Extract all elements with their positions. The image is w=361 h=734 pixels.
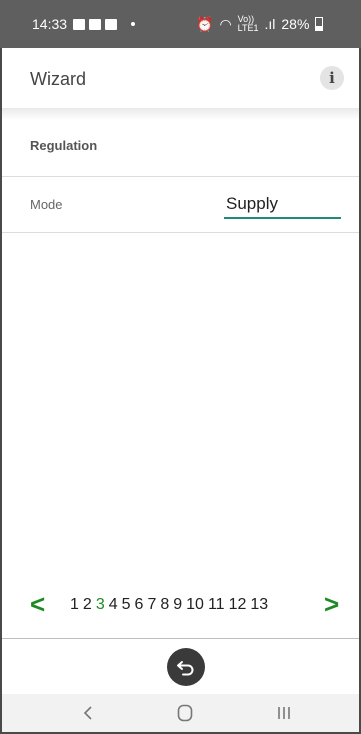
- nav-home-button[interactable]: [170, 700, 200, 726]
- mode-row: Mode Supply: [2, 177, 359, 233]
- wifi-icon: ◠: [219, 15, 232, 32]
- page-number-4[interactable]: 4: [109, 596, 118, 614]
- page-number-12[interactable]: 12: [229, 596, 247, 614]
- page-numbers: 1 2 3 4 5 6 7 8 9 10 11 12 13: [70, 596, 268, 614]
- status-time: 14:33: [32, 16, 68, 32]
- notification-icons: [73, 18, 136, 30]
- app-bar-shadow: [2, 108, 359, 120]
- nav-recents-button[interactable]: [269, 700, 299, 726]
- info-icon[interactable]: i: [320, 66, 344, 90]
- section-title: Regulation: [30, 138, 98, 153]
- pager: < 1 2 3 4 5 6 7 8 9 10 11 12 13 >: [2, 588, 359, 622]
- page-number-2[interactable]: 2: [83, 596, 92, 614]
- prev-page-button[interactable]: <: [30, 590, 45, 618]
- mode-select[interactable]: Supply: [224, 193, 341, 219]
- page-number-11[interactable]: 11: [208, 596, 225, 614]
- next-page-button[interactable]: >: [324, 590, 339, 618]
- battery-percent: 28%: [281, 16, 310, 32]
- section-header: Regulation: [2, 120, 359, 177]
- status-bar: 14:33 ⏰ ◠ Vo)) LTE1 .ıl 28%: [0, 0, 361, 48]
- home-icon: [177, 704, 193, 722]
- nav-back-button[interactable]: [73, 700, 103, 726]
- battery-icon: [315, 17, 324, 31]
- recents-icon: [278, 707, 290, 719]
- undo-button[interactable]: [167, 648, 205, 686]
- system-nav-bar: [2, 694, 359, 732]
- page-number-6[interactable]: 6: [135, 596, 144, 614]
- page-number-1[interactable]: 1: [70, 596, 79, 614]
- bottom-divider: [2, 638, 359, 639]
- page-title: Wizard: [30, 69, 87, 89]
- page-number-13[interactable]: 13: [250, 596, 268, 614]
- alarm-icon: ⏰: [196, 15, 214, 32]
- status-right-icons: ⏰ ◠ Vo)) LTE1 .ıl 28%: [196, 14, 324, 33]
- app-bar: Wizard i: [2, 48, 359, 109]
- signal-icon: .ıl: [264, 16, 276, 32]
- page-number-5[interactable]: 5: [122, 596, 131, 614]
- app-notification-icon: [89, 18, 102, 30]
- app-notification-icon-2: [105, 18, 118, 30]
- volte-label: Vo)) LTE1: [237, 14, 259, 33]
- page-number-10[interactable]: 10: [186, 596, 204, 614]
- page-number-3[interactable]: 3: [96, 596, 105, 614]
- page-number-9[interactable]: 9: [173, 596, 182, 614]
- page-number-8[interactable]: 8: [160, 596, 169, 614]
- back-chevron-icon: [83, 706, 92, 720]
- page-number-7[interactable]: 7: [147, 596, 156, 614]
- more-notifications-icon: [131, 22, 136, 26]
- mode-label: Mode: [30, 197, 63, 212]
- gallery-notification-icon: [73, 18, 86, 30]
- undo-icon: [177, 661, 194, 676]
